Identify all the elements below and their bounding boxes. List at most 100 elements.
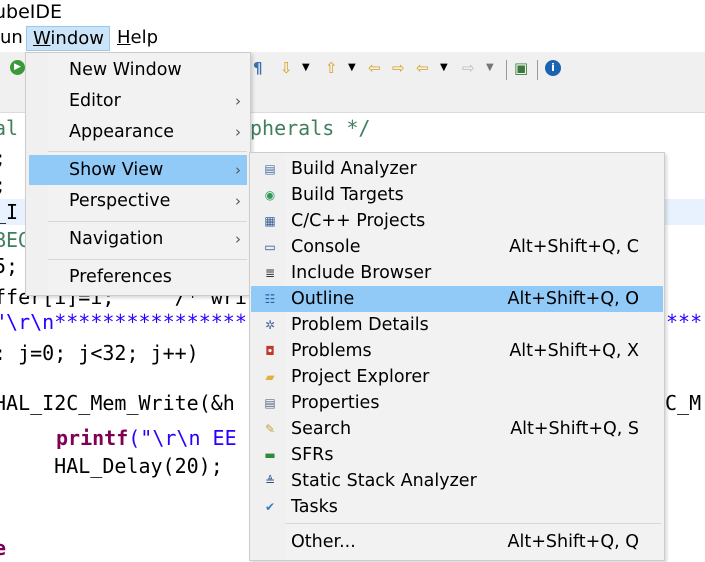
chevron-right-icon: › [235, 192, 241, 210]
menu-item-label: SFRs [291, 445, 334, 465]
menu-item-show-view[interactable]: Show View › [29, 155, 247, 185]
dropdown-icon[interactable]: ▼ [486, 60, 494, 76]
forward-icon[interactable]: ⇨ [462, 60, 475, 76]
console-icon: ▭ [264, 240, 276, 254]
code-line: ; [0, 145, 6, 171]
chevron-right-icon: › [235, 123, 241, 141]
run-icon[interactable]: ▶ [10, 60, 25, 75]
info-icon[interactable]: i [545, 60, 561, 76]
menu-item-problems[interactable]: ◘ Problems Alt+Shift+Q, X [251, 338, 663, 364]
menu-item-label: Console [291, 237, 361, 257]
previous-annotation-icon[interactable]: ⇧ [325, 60, 338, 76]
menu-item-project-explorer[interactable]: ▰ Project Explorer [251, 364, 663, 390]
menu-item-label: New Window [69, 60, 182, 80]
menu-item-preferences[interactable]: Preferences [29, 262, 247, 292]
menu-item-other[interactable]: Other... Alt+Shift+Q, Q [251, 529, 663, 555]
menu-item-label: Perspective [69, 191, 171, 211]
menu-separator [285, 523, 661, 524]
project-explorer-icon: ▰ [265, 370, 275, 384]
menu-item-search[interactable]: ✎ Search Alt+Shift+Q, S [251, 416, 663, 442]
menu-item-static-stack-analyzer[interactable]: ≜ Static Stack Analyzer [251, 468, 663, 494]
menu-item-label: Tasks [291, 497, 338, 517]
menu-bar: un Window Help [0, 26, 705, 52]
menu-item-label: Project Explorer [291, 367, 430, 387]
menu-item-include-browser[interactable]: ≣ Include Browser [251, 260, 663, 286]
window-title: ubeIDE [0, 1, 63, 23]
chevron-right-icon: › [235, 161, 241, 179]
next-edit-icon[interactable]: ⇨ [392, 60, 405, 76]
menu-item-label: Outline [291, 289, 355, 309]
menu-item-label: Build Analyzer [291, 159, 417, 179]
code-line: printf("\r\n EE [56, 425, 237, 451]
menu-item-problem-details[interactable]: ✲ Problem Details [251, 312, 663, 338]
code-line: HAL_I2C_Mem_Write(&h [0, 391, 235, 415]
toolbar-separator [506, 60, 507, 80]
menu-run[interactable]: un [0, 26, 29, 51]
pin-editor-icon[interactable]: ▣ [514, 60, 528, 76]
shortcut: Alt+Shift+Q, O [507, 289, 639, 309]
code-line: _I [0, 200, 19, 224]
menu-item-label: Problem Details [291, 315, 429, 335]
include-browser-icon: ≣ [264, 266, 276, 280]
code-line: al [0, 116, 19, 140]
menu-item-c-c-projects[interactable]: ▦ C/C++ Projects [251, 208, 663, 234]
code-line: HAL_Delay(20); [6, 454, 223, 478]
tasks-icon: ✔ [264, 500, 276, 514]
menu-item-label: Build Targets [291, 185, 404, 205]
menu-item-editor[interactable]: Editor › [29, 86, 247, 116]
shortcut: Alt+Shift+Q, S [510, 419, 639, 439]
menu-item-label: Include Browser [291, 263, 432, 283]
pilcrow-icon[interactable]: ¶ [253, 60, 263, 76]
menu-separator [48, 151, 247, 152]
menu-item-label: Search [291, 419, 352, 439]
menu-help[interactable]: Help [111, 26, 164, 51]
dropdown-icon[interactable]: ▼ [302, 60, 310, 76]
menu-item-build-analyzer[interactable]: ▤ Build Analyzer [251, 156, 663, 182]
show-view-submenu: ▤ Build Analyzer ◉ Build Targets ▦ C/C++ Proj… [249, 152, 665, 561]
search-icon: ✎ [264, 422, 276, 436]
build-targets-icon: ◉ [264, 188, 276, 202]
problems-icon: ◘ [265, 344, 275, 358]
menu-item-navigation[interactable]: Navigation › [29, 224, 247, 254]
dropdown-icon[interactable]: ▼ [440, 60, 448, 76]
cpp-projects-icon: ▦ [264, 214, 276, 228]
menu-item-console[interactable]: ▭ Console Alt+Shift+Q, C [251, 234, 663, 260]
shortcut: Alt+Shift+Q, C [509, 237, 639, 257]
code-line: : j=0; j<32; j++) [0, 341, 199, 365]
string: ("\r\n EE [128, 426, 237, 450]
menu-item-properties[interactable]: ▤ Properties [251, 390, 663, 416]
menu-item-label: C/C++ Projects [291, 211, 426, 231]
shortcut: Alt+Shift+Q, Q [507, 532, 639, 552]
menu-item-perspective[interactable]: Perspective › [29, 186, 247, 216]
next-annotation-icon[interactable]: ⇩ [280, 60, 293, 76]
menu-item-label: Static Stack Analyzer [291, 471, 477, 491]
menu-separator [48, 259, 247, 260]
sfrs-icon: ▬ [264, 448, 276, 462]
menu-item-build-targets[interactable]: ◉ Build Targets [251, 182, 663, 208]
toolbar-separator [537, 60, 538, 80]
menu-item-label: Problems [291, 341, 372, 361]
dropdown-icon[interactable]: ▼ [348, 60, 356, 76]
menu-item-label: Navigation [69, 229, 164, 249]
problem-details-icon: ✲ [264, 318, 276, 332]
menu-window[interactable]: Window [26, 26, 110, 51]
code-line: C_M [665, 391, 702, 415]
code-line: ; [0, 172, 6, 198]
back-icon[interactable]: ⇦ [416, 60, 429, 76]
menu-item-appearance[interactable]: Appearance › [29, 117, 247, 147]
menu-item-tasks[interactable]: ✔ Tasks [251, 494, 663, 520]
menu-item-label: Editor [69, 91, 121, 111]
menu-item-sfrs[interactable]: ▬ SFRs [251, 442, 663, 468]
menu-item-label: Other... [291, 532, 356, 552]
last-edit-icon[interactable]: ⇦ [368, 60, 381, 76]
menu-item-label: Appearance [69, 122, 175, 142]
menu-item-new-window[interactable]: New Window [29, 55, 247, 85]
menu-separator [48, 221, 247, 222]
chevron-right-icon: › [235, 230, 241, 248]
menu-item-label: Properties [291, 393, 380, 413]
menu-item-outline[interactable]: ☷ Outline Alt+Shift+Q, O [251, 286, 663, 312]
shortcut: Alt+Shift+Q, X [509, 341, 639, 361]
chevron-right-icon: › [235, 92, 241, 110]
code-line: 5; [0, 254, 19, 278]
keyword: printf [56, 426, 129, 450]
